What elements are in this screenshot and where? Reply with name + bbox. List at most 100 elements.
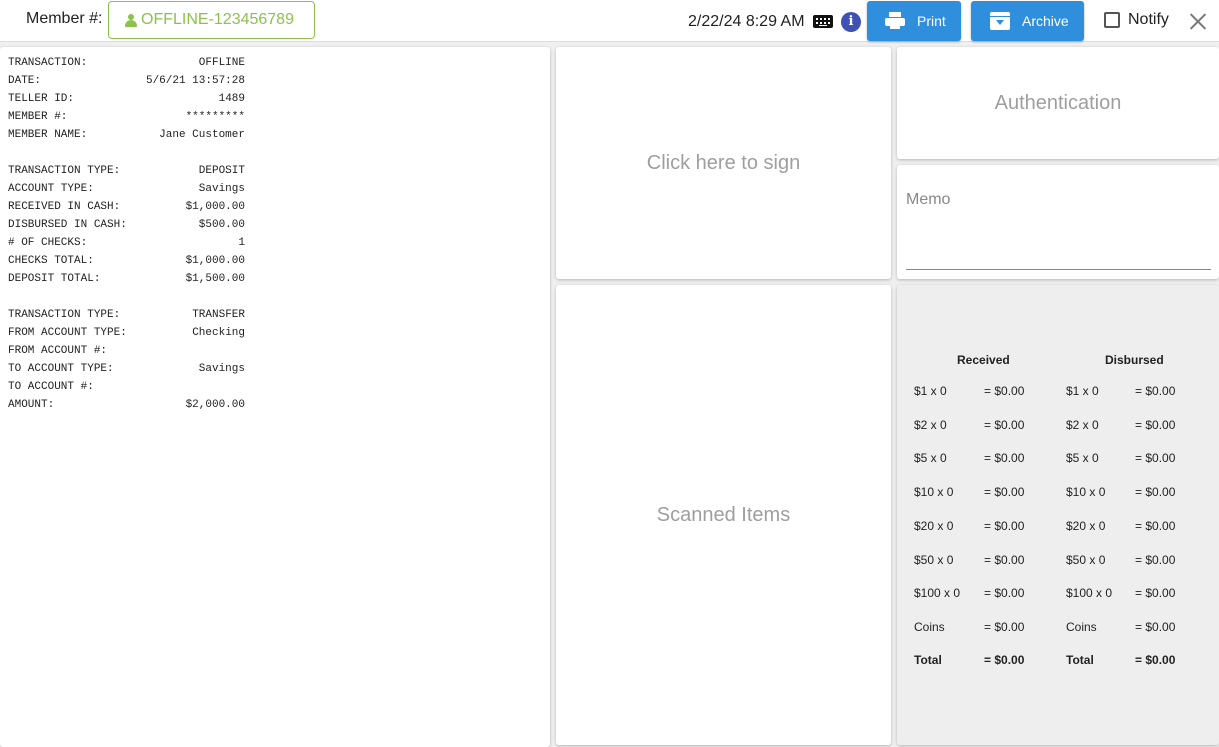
receipt-line-label: CHECKS TOTAL:: [8, 255, 94, 267]
disbursed-amount: = $0.00: [1135, 619, 1176, 634]
receipt-line: FROM ACCOUNT TYPE: Checking: [8, 326, 245, 344]
notify-label: Notify: [1128, 11, 1169, 28]
cash-row: $2 x 0 = $0.00 $2 x 0 = $0.00: [897, 418, 1219, 434]
archive-button[interactable]: Archive: [971, 1, 1084, 41]
scanned-items-label: Scanned Items: [656, 503, 791, 526]
received-denomination: $10 x 0: [914, 485, 954, 500]
disbursed-denomination: $50 x 0: [1066, 552, 1106, 567]
receipt-line-value: TRANSFER: [192, 309, 245, 321]
receipt-line-value: $1,000.00: [185, 255, 245, 267]
scanned-items-panel[interactable]: Scanned Items: [556, 285, 891, 745]
receipt-line-value: Savings: [198, 363, 245, 375]
member-label: Member #:: [26, 10, 103, 27]
disbursed-denomination: $1 x 0: [1066, 384, 1099, 398]
disbursed-denomination: $10 x 0: [1066, 485, 1106, 500]
cash-row: $1 x 0 = $0.00 $1 x 0 = $0.00: [897, 384, 1219, 400]
receipt-group-transfer: TRANSACTION TYPE: TRANSFER FROM ACCOUNT TY…: [8, 308, 550, 416]
received-denomination: $2 x 0: [914, 417, 947, 432]
signature-pad[interactable]: Click here to sign: [556, 47, 891, 279]
receipt-line-value: Savings: [198, 183, 245, 195]
received-amount: = $0.00: [984, 619, 1025, 634]
checkbox-icon[interactable]: [1104, 12, 1120, 28]
cash-row: $5 x 0 = $0.00 $5 x 0 = $0.00: [897, 451, 1219, 467]
print-button-label: Print: [917, 13, 946, 29]
receipt-group-transaction: TRANSACTION: OFFLINE DATE: 5/6/21 13:57:28 T…: [8, 56, 550, 146]
authentication-label: Authentication: [994, 91, 1122, 114]
memo-underline: [906, 269, 1211, 270]
received-denomination: $5 x 0: [914, 451, 947, 466]
received-denomination: $100 x 0: [914, 586, 961, 601]
authentication-panel[interactable]: Authentication: [897, 47, 1219, 159]
received-denomination: $1 x 0: [914, 384, 947, 398]
received-denomination: Total: [914, 653, 942, 667]
receipt-line: AMOUNT: $2,000.00: [8, 398, 245, 416]
memo-label: Memo: [906, 191, 951, 208]
receipt-line: TRANSACTION TYPE: DEPOSIT: [8, 164, 245, 182]
signature-prompt: Click here to sign: [646, 151, 801, 174]
receipt-line: DISBURSED IN CASH: $500.00: [8, 218, 245, 236]
received-amount: = $0.00: [984, 417, 1025, 432]
notify-checkbox[interactable]: Notify: [1104, 11, 1169, 29]
receipt-line-label: FROM ACCOUNT TYPE:: [8, 327, 127, 339]
disbursed-denomination: $100 x 0: [1066, 586, 1113, 601]
cash-row: $50 x 0 = $0.00 $50 x 0 = $0.00: [897, 553, 1219, 569]
receipt-line-value: *********: [185, 111, 245, 123]
cash-row: $100 x 0 = $0.00 $100 x 0 = $0.00: [897, 586, 1219, 602]
receipt-line-label: DEPOSIT TOTAL:: [8, 273, 101, 285]
person-icon: [125, 13, 137, 27]
disbursed-denomination: $5 x 0: [1066, 451, 1099, 466]
receipt-line-label: TO ACCOUNT #:: [8, 381, 94, 393]
receipt-line-value: Checking: [192, 327, 245, 339]
receipt-line: # OF CHECKS: 1: [8, 236, 245, 254]
receipt-line-value: $1,000.00: [185, 201, 245, 213]
receipt-group-deposit: TRANSACTION TYPE: DEPOSIT ACCOUNT TYPE: Sav…: [8, 164, 550, 290]
receipt-line: ACCOUNT TYPE: Savings: [8, 182, 245, 200]
receipt-line-value: Jane Customer: [159, 129, 245, 141]
disbursed-amount: = $0.00: [1135, 384, 1176, 398]
disbursed-denomination: Total: [1066, 653, 1094, 667]
member-number-chip[interactable]: OFFLINE-123456789: [108, 1, 315, 39]
memo-field[interactable]: Memo: [897, 165, 1219, 279]
receipt-line-value: 5/6/21 13:57:28: [145, 75, 245, 87]
keyboard-icon[interactable]: [813, 15, 833, 28]
member-number: OFFLINE-123456789: [141, 11, 294, 28]
receipt-line-label: MEMBER NAME:: [8, 129, 88, 141]
disbursed-amount: = $0.00: [1135, 451, 1176, 466]
received-amount: = $0.00: [984, 384, 1025, 398]
receipt-line-label: TRANSACTION TYPE:: [8, 309, 121, 321]
cash-breakdown-panel: Received Disbursed $1 x 0 = $0.00 $1 x 0 = …: [897, 285, 1219, 745]
receipt-line: TO ACCOUNT TYPE: Savings: [8, 362, 245, 380]
receipt-line: MEMBER #: *********: [8, 110, 245, 128]
info-icon[interactable]: i: [841, 12, 861, 32]
receipt-line: TO ACCOUNT #:: [8, 380, 245, 398]
archive-icon: [990, 12, 1010, 30]
receipt-line: DEPOSIT TOTAL: $1,500.00: [8, 272, 245, 290]
receipt-line-value: 1: [238, 237, 245, 249]
top-bar: Member #: OFFLINE-123456789 2/22/24 8:29…: [0, 0, 1219, 42]
print-button[interactable]: Print: [867, 1, 961, 41]
receipt-line: TRANSACTION TYPE: TRANSFER: [8, 308, 245, 326]
cash-row: $20 x 0 = $0.00 $20 x 0 = $0.00: [897, 519, 1219, 535]
disbursed-denomination: $20 x 0: [1066, 518, 1106, 533]
disbursed-amount: = $0.00: [1135, 586, 1176, 601]
receipt-line-value: $2,000.00: [185, 399, 245, 411]
disbursed-amount: = $0.00: [1135, 653, 1176, 667]
receipt-line-value: DEPOSIT: [198, 165, 245, 177]
disbursed-denomination: $2 x 0: [1066, 417, 1099, 432]
receipt-line: CHECKS TOTAL: $1,000.00: [8, 254, 245, 272]
received-amount: = $0.00: [984, 653, 1025, 667]
receipt-line-label: AMOUNT:: [8, 399, 55, 411]
receipt-line: MEMBER NAME: Jane Customer: [8, 128, 245, 146]
received-amount: = $0.00: [984, 485, 1025, 500]
receipt-line-value: $500.00: [198, 219, 245, 231]
receipt-line-label: TELLER ID:: [8, 93, 75, 105]
received-amount: = $0.00: [984, 451, 1025, 466]
close-icon[interactable]: [1190, 13, 1207, 30]
receipt-line-value: 1489: [218, 93, 245, 105]
received-denomination: Coins: [914, 619, 945, 634]
received-amount: = $0.00: [984, 518, 1025, 533]
current-datetime: 2/22/24 8:29 AM: [688, 13, 805, 30]
disbursed-denomination: Coins: [1066, 619, 1097, 634]
receipt-line-label: TRANSACTION:: [8, 57, 88, 69]
receipt-line-label: RECEIVED IN CASH:: [8, 201, 121, 213]
